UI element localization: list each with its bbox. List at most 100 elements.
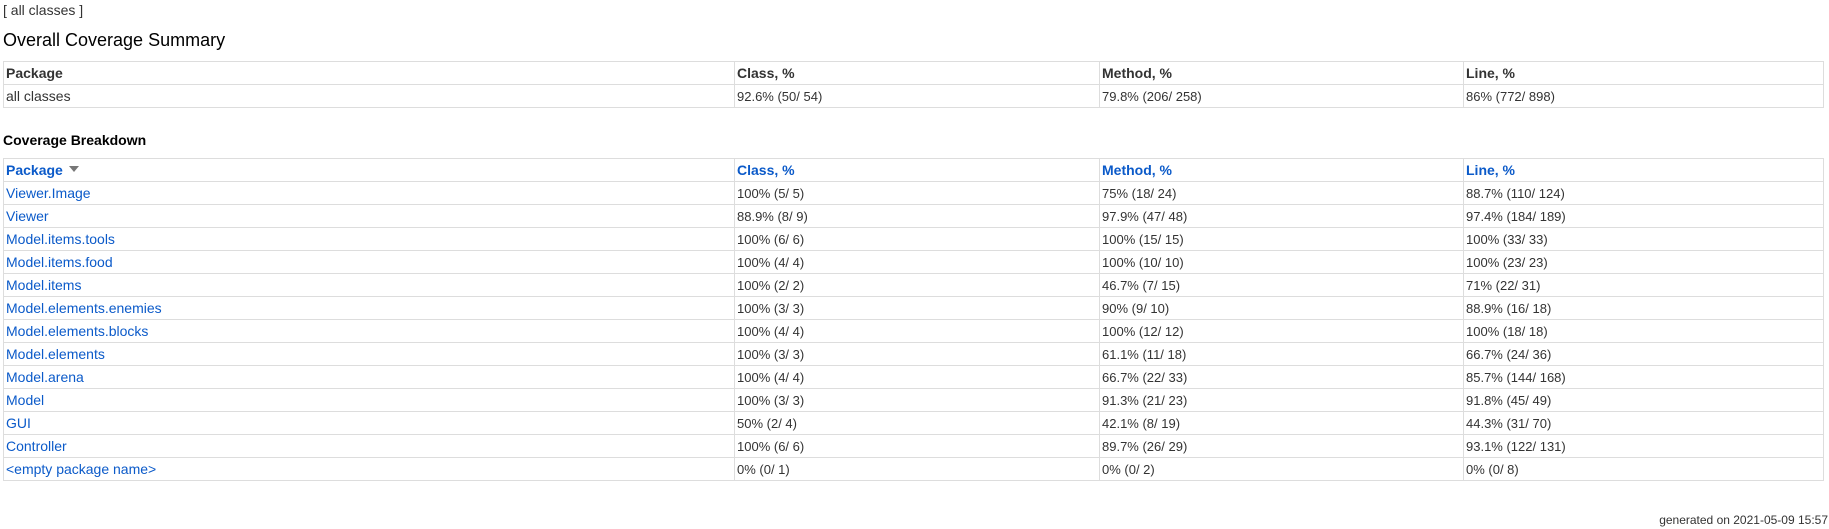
method-coverage-cell: 90% (9/ 10) (1099, 296, 1464, 320)
sort-by-method-header[interactable]: Method, % (1099, 158, 1464, 182)
method-coverage-cell: 97.9% (47/ 48) (1099, 204, 1464, 228)
summary-header-class: Class, % (734, 61, 1100, 85)
table-row: Controller 100% (6/ 6) 89.7% (26/ 29) 93.1%… (3, 434, 1824, 458)
method-coverage-cell: 89.7% (26/ 29) (1099, 434, 1464, 458)
sort-by-class-header[interactable]: Class, % (734, 158, 1100, 182)
sort-by-class-link[interactable]: Class, % (737, 162, 795, 178)
table-row: Model.elements.blocks 100% (4/ 4) 100% (12… (3, 319, 1824, 343)
method-coverage-cell: 100% (12/ 12) (1099, 319, 1464, 343)
line-coverage-cell: 0% (0/ 8) (1463, 457, 1824, 481)
class-coverage-cell: 100% (4/ 4) (734, 319, 1100, 343)
package-link[interactable]: Model.arena (6, 369, 84, 385)
breakdown-table: Package Class, % Method, % Line, % Viewe… (3, 158, 1824, 481)
table-row: Model.arena 100% (4/ 4) 66.7% (22/ 33) 85.7… (3, 365, 1824, 389)
breakdown-header-row: Package Class, % Method, % Line, % (3, 158, 1824, 182)
line-coverage-cell: 100% (23/ 23) (1463, 250, 1824, 274)
method-coverage-cell: 91.3% (21/ 23) (1099, 388, 1464, 412)
breadcrumb[interactable]: [ all classes ] (3, 2, 83, 18)
method-coverage-cell: 75% (18/ 24) (1099, 181, 1464, 205)
generated-timestamp: generated on 2021-05-09 15:57 (0, 513, 1829, 527)
sort-by-line-header[interactable]: Line, % (1463, 158, 1824, 182)
method-coverage-cell: 100% (10/ 10) (1099, 250, 1464, 274)
package-link[interactable]: Model.elements (6, 346, 105, 362)
package-link[interactable]: Model.elements.blocks (6, 323, 148, 339)
class-coverage-cell: 100% (5/ 5) (734, 181, 1100, 205)
method-coverage-cell: 66.7% (22/ 33) (1099, 365, 1464, 389)
package-name-cell: Viewer (3, 204, 735, 228)
package-link[interactable]: Viewer (6, 208, 49, 224)
generated-timestamp-text: generated on 2021-05-09 15:57 (1659, 513, 1828, 527)
summary-header-line: Line, % (1463, 61, 1824, 85)
package-link[interactable]: <empty package name> (6, 461, 156, 477)
package-name-cell: Model.items.food (3, 250, 735, 274)
method-coverage-cell: 46.7% (7/ 15) (1099, 273, 1464, 297)
package-link[interactable]: Model.items (6, 277, 81, 293)
sort-by-package-header[interactable]: Package (3, 158, 735, 182)
line-coverage-cell: 71% (22/ 31) (1463, 273, 1824, 297)
class-coverage-cell: 0% (0/ 1) (734, 457, 1100, 481)
class-coverage-cell: 88.9% (8/ 9) (734, 204, 1100, 228)
table-row: Viewer.Image 100% (5/ 5) 75% (18/ 24) 88.7%… (3, 181, 1824, 205)
line-coverage-cell: 44.3% (31/ 70) (1463, 411, 1824, 435)
package-link[interactable]: Viewer.Image (6, 185, 91, 201)
package-name-cell: Viewer.Image (3, 181, 735, 205)
summary-method-cell: 79.8% (206/ 258) (1099, 84, 1464, 108)
table-row: Model.items.tools 100% (6/ 6) 100% (15/ 15… (3, 227, 1824, 251)
package-name-cell: Model.arena (3, 365, 735, 389)
sort-by-package-link[interactable]: Package (6, 162, 63, 178)
line-coverage-cell: 88.7% (110/ 124) (1463, 181, 1824, 205)
summary-name-cell: all classes (3, 84, 735, 108)
package-name-cell: GUI (3, 411, 735, 435)
package-link[interactable]: Controller (6, 438, 67, 454)
class-coverage-cell: 100% (4/ 4) (734, 365, 1100, 389)
package-name-cell: Controller (3, 434, 735, 458)
class-coverage-cell: 50% (2/ 4) (734, 411, 1100, 435)
line-coverage-cell: 97.4% (184/ 189) (1463, 204, 1824, 228)
package-name-cell: Model.elements.blocks (3, 319, 735, 343)
summary-header-method: Method, % (1099, 61, 1464, 85)
line-coverage-cell: 88.9% (16/ 18) (1463, 296, 1824, 320)
package-name-cell: Model (3, 388, 735, 412)
table-row: <empty package name> 0% (0/ 1) 0% (0/ 2) 0%… (3, 457, 1824, 481)
table-row: Model 100% (3/ 3) 91.3% (21/ 23) 91.8% (45/… (3, 388, 1824, 412)
class-coverage-cell: 100% (6/ 6) (734, 227, 1100, 251)
table-row: Model.elements 100% (3/ 3) 61.1% (11/ 18) 6… (3, 342, 1824, 366)
sort-by-method-link[interactable]: Method, % (1102, 162, 1172, 178)
class-coverage-cell: 100% (4/ 4) (734, 250, 1100, 274)
line-coverage-cell: 66.7% (24/ 36) (1463, 342, 1824, 366)
table-row: Model.items.food 100% (4/ 4) 100% (10/ 10)… (3, 250, 1824, 274)
class-coverage-cell: 100% (3/ 3) (734, 296, 1100, 320)
package-link[interactable]: Model.items.food (6, 254, 113, 270)
class-coverage-cell: 100% (3/ 3) (734, 388, 1100, 412)
table-row: GUI 50% (2/ 4) 42.1% (8/ 19) 44.3% (31/ 70) (3, 411, 1824, 435)
line-coverage-cell: 93.1% (122/ 131) (1463, 434, 1824, 458)
summary-class-cell: 92.6% (50/ 54) (734, 84, 1100, 108)
line-coverage-cell: 100% (18/ 18) (1463, 319, 1824, 343)
package-name-cell: Model.elements (3, 342, 735, 366)
summary-header-row: Package Class, % Method, % Line, % (3, 61, 1824, 85)
method-coverage-cell: 42.1% (8/ 19) (1099, 411, 1464, 435)
table-row: Viewer 88.9% (8/ 9) 97.9% (47/ 48) 97.4% (1… (3, 204, 1824, 228)
sort-descending-icon[interactable] (68, 166, 79, 172)
package-name-cell: <empty package name> (3, 457, 735, 481)
class-coverage-cell: 100% (6/ 6) (734, 434, 1100, 458)
method-coverage-cell: 100% (15/ 15) (1099, 227, 1464, 251)
table-row: Model.elements.enemies 100% (3/ 3) 90% (9/… (3, 296, 1824, 320)
line-coverage-cell: 100% (33/ 33) (1463, 227, 1824, 251)
table-row: Model.items 100% (2/ 2) 46.7% (7/ 15) 71% (… (3, 273, 1824, 297)
package-name-cell: Model.items.tools (3, 227, 735, 251)
package-name-cell: Model.elements.enemies (3, 296, 735, 320)
line-coverage-cell: 85.7% (144/ 168) (1463, 365, 1824, 389)
package-link[interactable]: Model (6, 392, 44, 408)
line-coverage-cell: 91.8% (45/ 49) (1463, 388, 1824, 412)
package-name-cell: Model.items (3, 273, 735, 297)
method-coverage-cell: 0% (0/ 2) (1099, 457, 1464, 481)
sort-by-line-link[interactable]: Line, % (1466, 162, 1515, 178)
section-title: Coverage Breakdown (3, 132, 147, 148)
package-link[interactable]: GUI (6, 415, 31, 431)
package-link[interactable]: Model.items.tools (6, 231, 115, 247)
package-link[interactable]: Model.elements.enemies (6, 300, 162, 316)
method-coverage-cell: 61.1% (11/ 18) (1099, 342, 1464, 366)
summary-table: Package Class, % Method, % Line, % all c… (3, 61, 1824, 108)
summary-header-package: Package (3, 61, 735, 85)
